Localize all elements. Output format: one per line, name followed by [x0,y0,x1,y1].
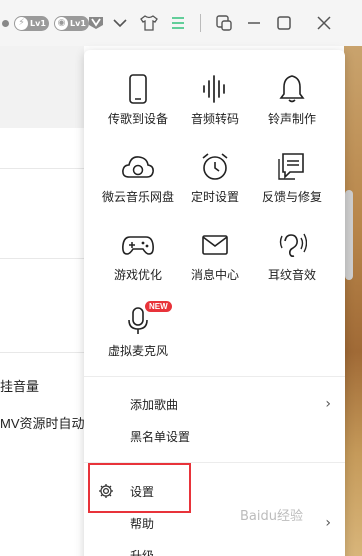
chevron-right-icon: › [325,515,331,531]
cloud-icon [122,156,154,178]
menu-item-label: 添加歌曲 [130,397,179,412]
gamepad-icon [122,236,154,255]
skin-shirt-icon[interactable] [140,0,158,46]
grid-item-label: 定时设置 [190,190,239,204]
new-badge: NEW [145,301,172,312]
background-setting-text: MV资源时自动播 [0,416,98,431]
ear-icon [279,233,307,258]
background-divider [0,168,84,169]
chevron-down-icon[interactable] [112,0,128,46]
grid-item-earprint[interactable]: 耳纹音效 [247,230,337,283]
minimize-icon[interactable] [245,0,263,46]
grid-item-label: 反馈与修复 [261,190,322,204]
background-band [0,46,84,128]
maximize-icon[interactable] [275,0,293,46]
background-wallpaper [344,46,362,556]
menu-item-blacklist[interactable]: 黑名单设置 [84,420,345,452]
grid-item-virtual-mic[interactable]: 虚拟麦克风 NEW [93,301,183,359]
scrollbar[interactable] [345,190,353,280]
main-menu-icon[interactable] [170,0,186,46]
background-setting-text: 挂音量 [0,379,40,394]
menu-item-label: 帮助 [130,516,155,531]
phone-icon [129,74,147,104]
menu-dot-icon [0,0,10,46]
vip-v-icon[interactable] [88,0,104,46]
menu-divider [84,376,345,377]
menu-item-upgrade[interactable]: 升级 [84,539,345,556]
background-divider [0,352,84,353]
mini-mode-icon[interactable] [215,0,233,46]
user-level-text: Lv1 [70,18,86,28]
grid-item-label: 游戏优化 [113,268,162,282]
level-badge[interactable]: ◉ Lv1 [54,0,89,46]
vip-level-text: Lv1 [30,18,46,28]
title-bar: ⚡ Lv1 ◉ Lv1 [0,0,362,46]
vip-badge[interactable]: ⚡ Lv1 [14,0,49,46]
title-divider [200,0,201,46]
settings-highlight-box [88,463,191,513]
alarm-clock-icon [202,153,228,180]
chevron-right-icon: › [325,396,331,412]
watermark: Baidu经验 [240,509,303,524]
grid-item-label: 微云音乐网盘 [101,190,174,204]
grid-item-feedback[interactable]: 反馈与修复 [247,152,337,205]
grid-item-label: 铃声制作 [267,112,316,126]
bell-icon [279,75,305,103]
grid-item-label: 耳纹音效 [267,268,316,282]
grid-item-ringtone[interactable]: 铃声制作 [247,74,337,127]
background-divider [0,258,84,259]
grid-item-label: 音频转码 [190,112,239,126]
menu-item-label: 升级 [130,548,155,556]
grid-item-label: 消息中心 [190,268,239,282]
menu-item-label: 黑名单设置 [130,429,191,444]
grid-item-label: 传歌到设备 [107,112,168,126]
menu-item-add-songs[interactable]: 添加歌曲 › [84,388,345,420]
feedback-icon [278,153,304,180]
audio-wave-icon [203,75,225,103]
envelope-icon [202,235,228,255]
grid-item-label: 虚拟麦克风 [107,344,168,358]
close-icon[interactable] [315,0,333,46]
